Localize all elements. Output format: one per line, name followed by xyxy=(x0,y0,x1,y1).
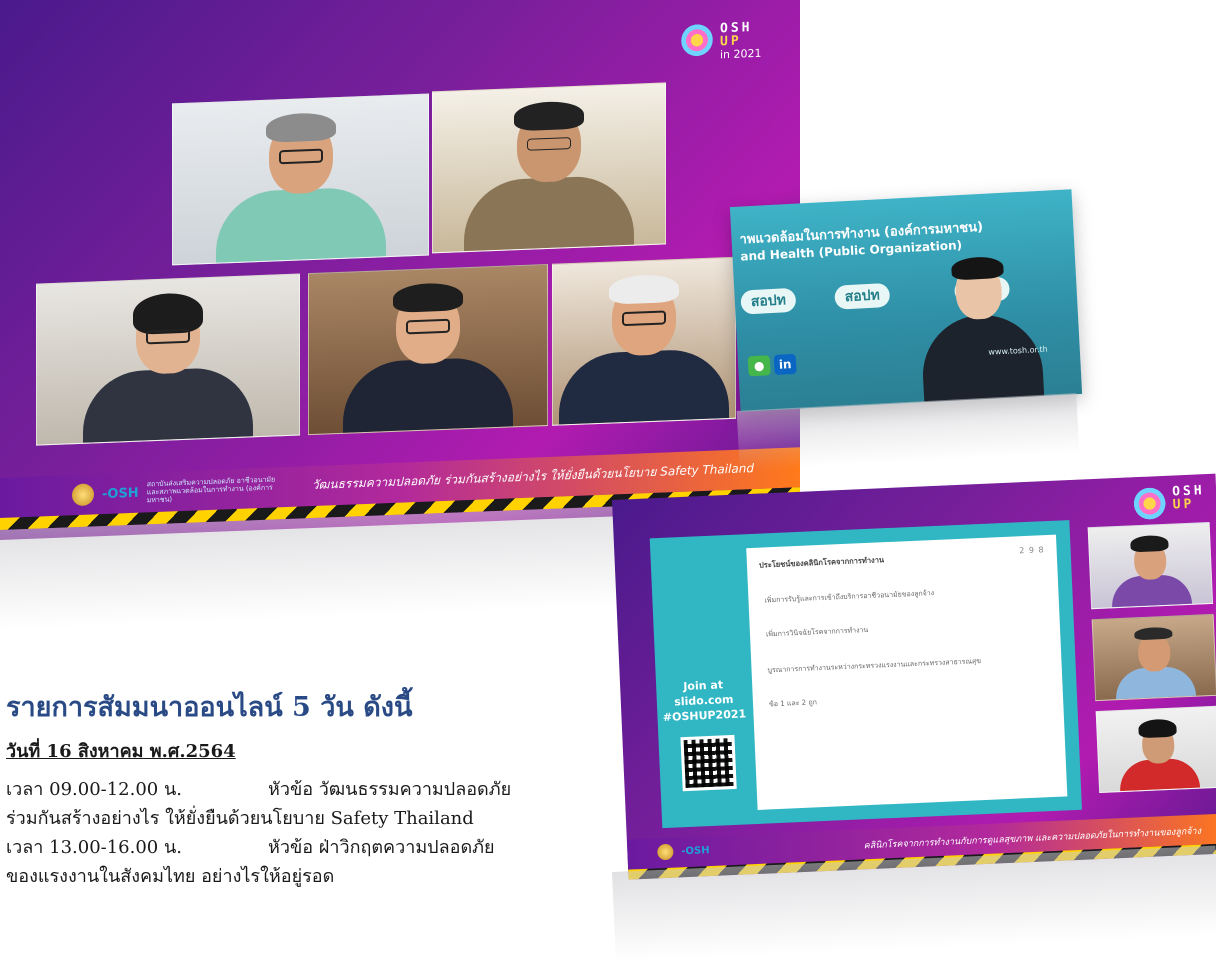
video-tile-1 xyxy=(172,93,429,266)
lightbulb-icon xyxy=(680,22,714,58)
session-1-line: เวลา 09.00-12.00 น. หัวข้อ วัฒนธรรมความปล… xyxy=(6,775,596,804)
speaker-video xyxy=(917,255,1045,403)
side-video-tile-3 xyxy=(1095,705,1216,794)
session-2-topic: หัวข้อ ฝ่าวิกฤตความปลอดภัย xyxy=(268,837,495,858)
session-2-time: เวลา 13.00-16.00 น. xyxy=(6,837,183,858)
seal-icon xyxy=(72,483,94,507)
osh-up-logo: OSH UP in 2021 xyxy=(680,20,762,63)
side-video-tile-2 xyxy=(1091,613,1216,702)
slido-poll-panel: Join at slido.com #OSHUP2021 ประโยชน์ของ… xyxy=(649,520,1082,829)
participant-video xyxy=(215,112,386,263)
session-1-topic-cont: ร่วมกันสร้างอย่างไร ให้ยั่งยืนด้วยนโยบาย… xyxy=(6,808,474,829)
organization-logo: -OSH xyxy=(657,842,710,861)
conference-screenshot-speaker: าพแวดล้อมในการทำงาน (องค์การมหาชน) and H… xyxy=(729,189,1083,412)
qr-code-icon xyxy=(680,734,737,792)
poll-option: บูรณาการการทำงานระหว่างกระทรวงแรงงานและก… xyxy=(767,657,982,675)
tosh-logo-chip: สอปท xyxy=(834,282,891,310)
conference-screenshot-main: OSH UP in 2021 -OSH สถาบันส่งเสริมความปล… xyxy=(0,0,800,541)
participant-video xyxy=(83,292,253,443)
video-tile-2 xyxy=(432,82,666,254)
participant-video xyxy=(343,282,513,433)
poll-card: ประโยชน์ของคลินิกโรคจากการทำงาน 2 9 8 เพ… xyxy=(746,534,1068,810)
poll-count: 2 9 8 xyxy=(1019,545,1045,556)
schedule-date: วันที่ 16 สิงหาคม พ.ศ.2564 xyxy=(6,741,236,762)
poll-option: เพิ่มการรับรู้และการเข้าถึงบริการอาชีวอน… xyxy=(764,589,935,605)
poll-option: เพิ่มการวินิจฉัยโรคจากการทำงาน xyxy=(765,625,869,639)
seminar-schedule: รายการสัมมนาออนไลน์ 5 วัน ดังนี้ วันที่ … xyxy=(6,685,596,891)
video-tile-5 xyxy=(552,256,736,426)
participant-video xyxy=(559,273,729,425)
lightbulb-icon xyxy=(1131,485,1168,522)
session-1-time: เวลา 09.00-12.00 น. xyxy=(6,779,183,800)
seal-icon xyxy=(657,843,674,861)
slido-join-text: Join at slido.com #OSHUP2021 xyxy=(662,678,747,724)
conference-screenshot-slido: OSH UP Join at slido.com #OSHUP2021 ประโ… xyxy=(612,473,1216,880)
video-tile-3 xyxy=(36,273,300,446)
session-1-topic: หัวข้อ วัฒนธรรมความปลอดภัย xyxy=(268,779,512,800)
banner-title: วัฒนธรรมความปลอดภัย ร่วมกันสร้างอย่างไร … xyxy=(311,461,754,493)
side-video-tile-1 xyxy=(1087,521,1214,610)
tosh-logo-chip: สอปท xyxy=(740,287,797,315)
osh-up-logo: OSH UP xyxy=(1131,483,1206,522)
participant-video xyxy=(464,100,634,252)
participant-video xyxy=(1117,718,1201,792)
session-2-line: เวลา 13.00-16.00 น. หัวข้อ ฝ่าวิกฤตความปล… xyxy=(6,833,596,862)
video-tile-4 xyxy=(308,263,548,436)
session-2-topic-cont: ของแรงงานในสังคมไทย อย่างไรให้อยู่รอด xyxy=(6,866,335,887)
organization-logo: -OSH สถาบันส่งเสริมความปลอดภัย อาชีวอนาม… xyxy=(72,475,277,507)
participant-video xyxy=(1113,626,1197,700)
line-icon: ● xyxy=(747,355,771,377)
poll-option: ข้อ 1 และ 2 ถูก xyxy=(768,698,818,709)
poll-question: ประโยชน์ของคลินิกโรคจากการทำงาน xyxy=(758,555,885,570)
linkedin-icon: in xyxy=(773,353,797,375)
schedule-heading: รายการสัมมนาออนไลน์ 5 วัน ดังนี้ xyxy=(6,692,413,723)
participant-video xyxy=(1109,534,1193,608)
speaker-slide-heading: าพแวดล้อมในการทำงาน (องค์การมหาชน) and H… xyxy=(739,219,984,264)
